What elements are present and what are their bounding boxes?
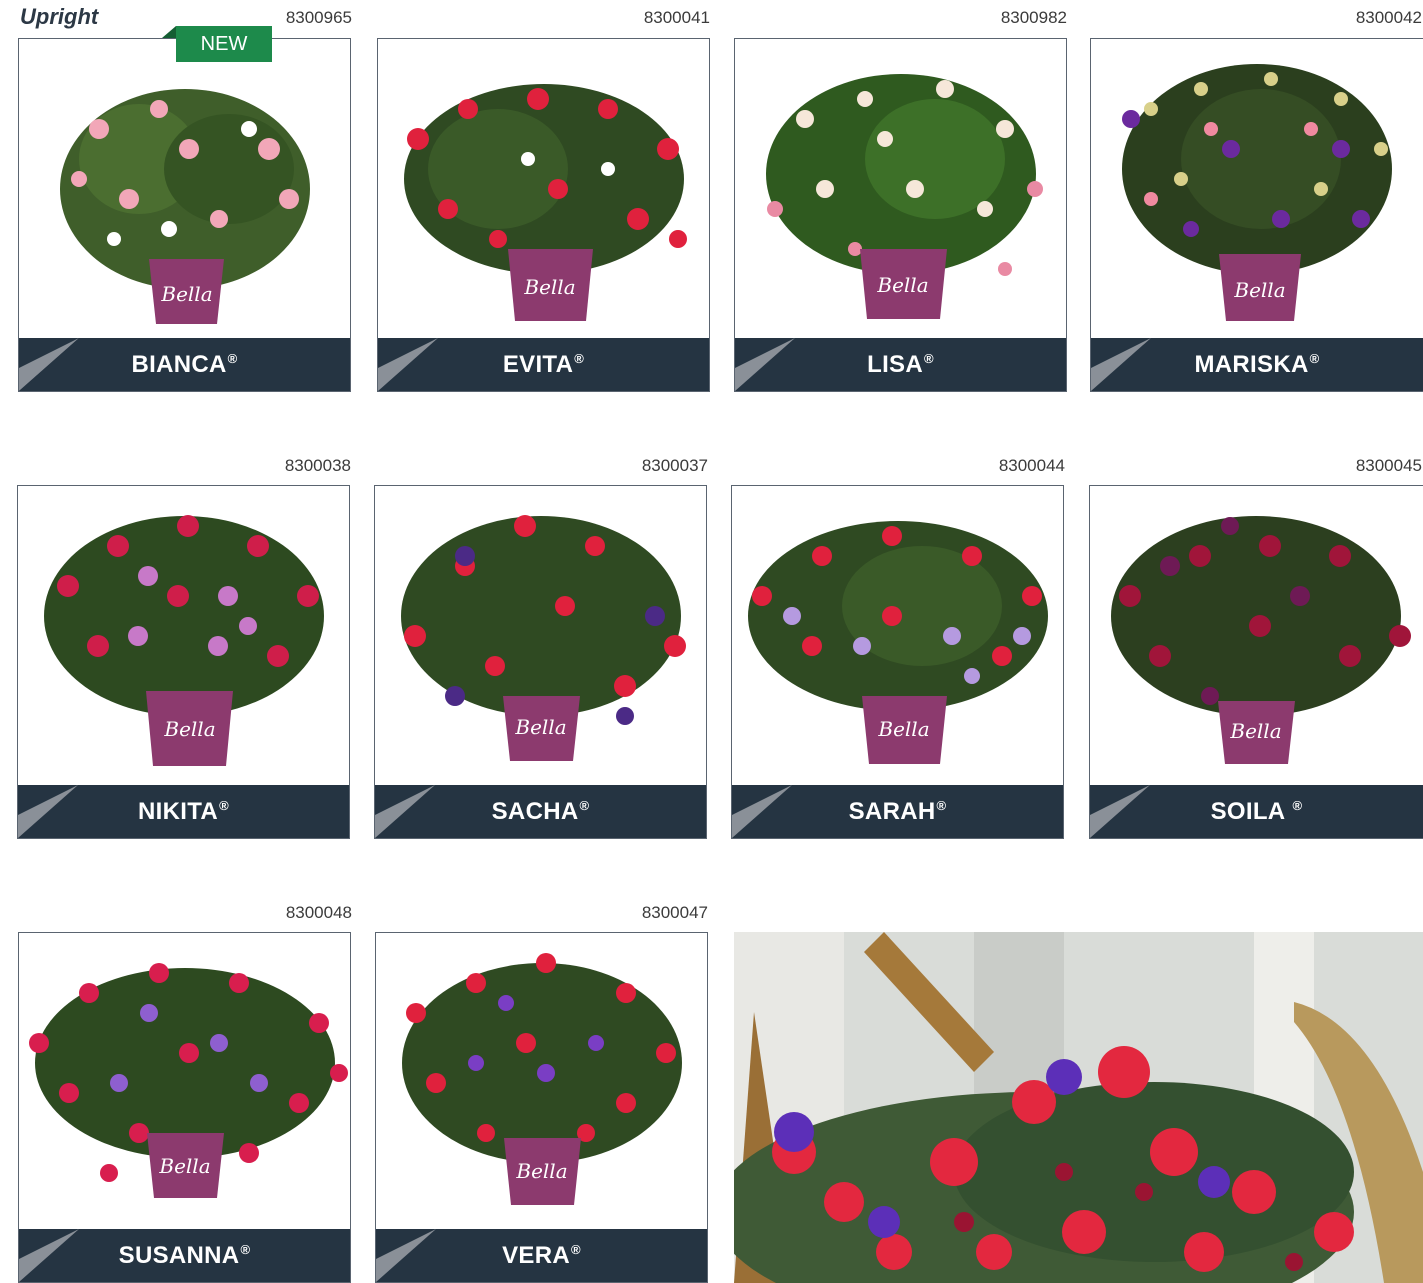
deep-red-fuchsia-plant-photo: Bella bbox=[1090, 486, 1423, 786]
product-name-bar: NIKITA® bbox=[18, 785, 349, 838]
product-card-sarah[interactable]: Bella SARAH® bbox=[731, 485, 1064, 839]
white-pink-fuchsia-plant-photo: Bella bbox=[735, 39, 1066, 339]
product-card-soila[interactable]: Bella SOILA ® bbox=[1089, 485, 1423, 839]
product-card-vera[interactable]: Bella VERA® bbox=[375, 932, 708, 1283]
product-name: BIANCA® bbox=[131, 350, 238, 378]
svg-text:Bella: Bella bbox=[163, 717, 215, 741]
sku-label: 8300982 bbox=[1000, 8, 1067, 27]
product-card-bianca[interactable]: Bella BIANCA® bbox=[18, 38, 351, 392]
product-name: NIKITA® bbox=[138, 797, 229, 825]
purple-pink-fuchsia-plant-photo: Bella bbox=[1091, 39, 1423, 339]
sku-label: 8300048 bbox=[285, 903, 352, 922]
pink-white-fuchsia-plant-photo: Bella bbox=[19, 39, 350, 339]
sku-label: 8300042 bbox=[1355, 8, 1422, 27]
red-purple-fuchsia-plant-photo: Bella bbox=[375, 486, 706, 786]
product-name: SARAH® bbox=[848, 797, 947, 825]
product-name-bar: BIANCA® bbox=[19, 338, 350, 391]
sku-label: 8300041 bbox=[643, 8, 710, 27]
svg-text:Bella: Bella bbox=[515, 1159, 567, 1183]
new-badge: NEW bbox=[176, 26, 272, 62]
product-card-evita[interactable]: Bella EVITA® bbox=[377, 38, 710, 392]
product-card-mariska[interactable]: Bella MARISKA® bbox=[1090, 38, 1423, 392]
product-name-bar: EVITA® bbox=[378, 338, 709, 391]
product-name: EVITA® bbox=[502, 350, 585, 378]
product-card-nikita[interactable]: Bella NIKITA® bbox=[17, 485, 350, 839]
product-name: SUSANNA® bbox=[118, 1241, 251, 1269]
product-name: SACHA® bbox=[491, 797, 590, 825]
sku-label: 8300045 bbox=[1355, 456, 1422, 475]
red-white-fuchsia-plant-photo: Bella bbox=[378, 39, 709, 339]
svg-text:Bella: Bella bbox=[523, 275, 575, 299]
sku-label: 8300965 bbox=[285, 8, 352, 27]
product-name-bar: SUSANNA® bbox=[19, 1229, 350, 1282]
product-name: SOILA ® bbox=[1210, 797, 1303, 825]
product-name-bar: SARAH® bbox=[732, 785, 1063, 838]
product-name-bar: LISA® bbox=[735, 338, 1066, 391]
svg-text:Bella: Bella bbox=[1233, 278, 1285, 302]
product-card-susanna[interactable]: Bella SUSANNA® bbox=[18, 932, 351, 1283]
section-title: Upright bbox=[20, 4, 99, 29]
red-lilac-fuchsia-plant-photo: Bella bbox=[732, 486, 1063, 786]
badge-fold bbox=[162, 26, 176, 38]
svg-text:Bella: Bella bbox=[158, 1154, 210, 1178]
product-card-sacha[interactable]: Bella SACHA® bbox=[374, 485, 707, 839]
sku-label: 8300037 bbox=[641, 456, 708, 475]
product-name-bar: SACHA® bbox=[375, 785, 706, 838]
sku-label: 8300047 bbox=[641, 903, 708, 922]
product-name: MARISKA® bbox=[1194, 350, 1320, 378]
product-name: VERA® bbox=[502, 1241, 581, 1269]
svg-text:Bella: Bella bbox=[876, 273, 928, 297]
red-purple-bud-fuchsia-plant-photo: Bella bbox=[19, 933, 350, 1233]
product-name-bar: VERA® bbox=[376, 1229, 707, 1282]
svg-text:Bella: Bella bbox=[877, 717, 929, 741]
red-violet-bud-fuchsia-plant-photo: Bella bbox=[376, 933, 707, 1233]
product-name: LISA® bbox=[867, 350, 934, 378]
sku-label: 8300044 bbox=[998, 456, 1065, 475]
fuchsia-basket-closeup-photo bbox=[734, 932, 1423, 1283]
product-name-bar: SOILA ® bbox=[1090, 785, 1423, 838]
product-card-lisa[interactable]: Bella LISA® bbox=[734, 38, 1067, 392]
red-violet-fuchsia-plant-photo: Bella bbox=[18, 486, 349, 786]
sku-label: 8300038 bbox=[284, 456, 351, 475]
product-name-bar: MARISKA® bbox=[1091, 338, 1423, 391]
svg-text:Bella: Bella bbox=[160, 282, 212, 306]
svg-text:Bella: Bella bbox=[1229, 719, 1281, 743]
svg-text:Bella: Bella bbox=[514, 715, 566, 739]
